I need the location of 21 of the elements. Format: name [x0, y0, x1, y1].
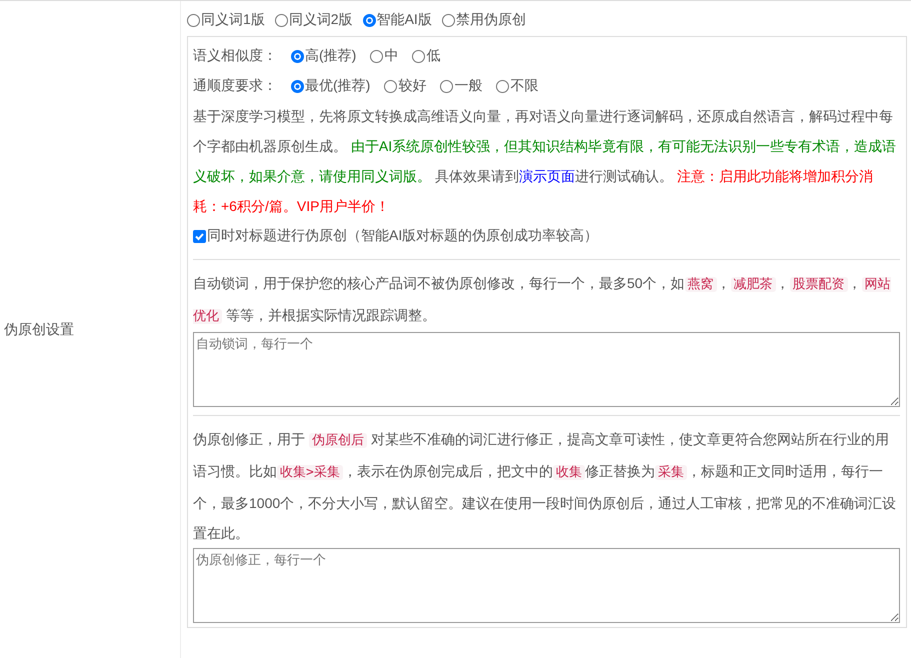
radio-option[interactable]: 同义词2版	[274, 11, 353, 29]
input-field[interactable]: 伪原创修正，每行一个	[193, 548, 900, 623]
radio-option[interactable]: 中	[370, 47, 398, 65]
radio-option[interactable]: 最优(推荐)	[291, 77, 370, 95]
option-label: 语义相似度：	[193, 47, 277, 65]
option-label: 通顺度要求：	[193, 77, 277, 95]
radio-option[interactable]: 同义词1版	[187, 11, 265, 29]
title-checkbox[interactable]: 同时对标题进行伪原创（智能AI版对标题的伪原创成功率较高）	[193, 221, 900, 251]
description-text: 基于深度学习模型，先将原文转换成高维语义向量，再对语义向量进行逐词解码，还原成自然语言，解码过程中每个字都由机器原创生成。 由于AI系统原创性较强，但其知识结构毕竟有限，有可能无法识别一些专有术语，造成语义破坏，如果介意，请使用同义词版。 具体效果请到演示页面进行测试确认。 注意：启用此功能将增加积分消耗：+6积分/篇。VIP用户半价！	[193, 107, 898, 216]
radio-option[interactable]: 一般	[440, 77, 482, 95]
section-label: 伪原创设置	[4, 320, 74, 338]
input-field[interactable]: 自动锁词，每行一个	[193, 332, 900, 407]
demo-link[interactable]: 演示页面	[518, 168, 575, 184]
radio-option[interactable]: 不限	[496, 77, 538, 95]
radio-option[interactable]: 禁用伪原创	[442, 11, 526, 29]
description-text: 自动锁词，用于保护您的核心产品词不被伪原创修改，每行一个，最多50个，如 燕窝 ， 减肥茶 ， 股票配资 ， 网站优化 等等，并根据实际情况跟踪调整。	[193, 274, 892, 326]
radio-option[interactable]: 智能AI版	[362, 11, 432, 29]
radio-option[interactable]: 低	[412, 47, 440, 65]
radio-option[interactable]: 较好	[384, 77, 426, 95]
radio-option[interactable]: 高(推荐)	[291, 47, 356, 65]
description-text: 伪原创修正，用于 伪原创后 对某些不准确的词汇进行修正，提高文章可读性，使文章更符合您网站所在行业的用语习惯。比如 收集>采集 ，表示在伪原创完成后，把文中的 收集 修正替换为 采集 ，标题和正文同时适用，每行一个，最多1000个，不分大小写，默认留空。建议在使用一段时间伪原创后，通过人工审核，把常见的不准确词汇设置在此。	[193, 430, 898, 543]
